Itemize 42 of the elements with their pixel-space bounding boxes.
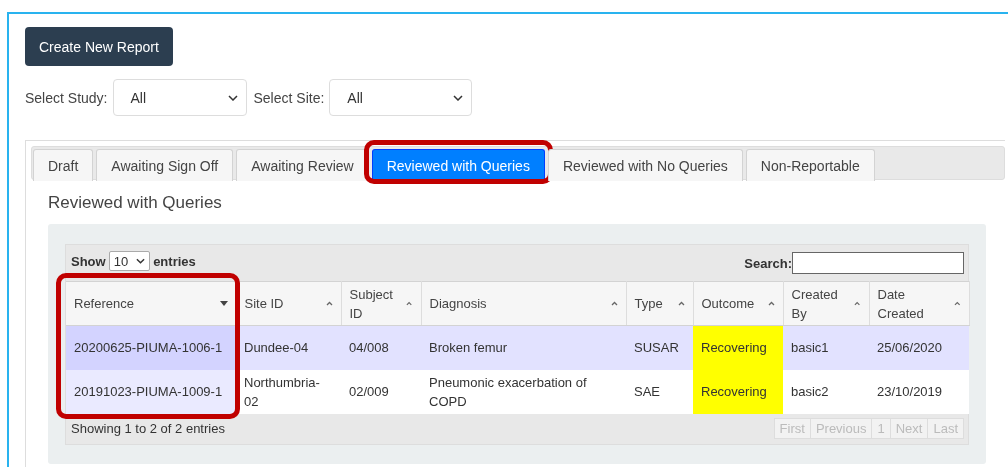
section-title: Reviewed with Queries: [48, 193, 223, 213]
column-header[interactable]: Diagnosis: [421, 281, 626, 326]
table-cell: 23/10/2019: [869, 369, 969, 414]
search-label: Search:: [744, 255, 792, 271]
table-cell: basic1: [783, 325, 869, 370]
entries-info: Showing 1 to 2 of 2 entries: [71, 421, 225, 436]
table-cell: 04/008: [341, 325, 421, 370]
table-cell: SUSAR: [626, 325, 693, 370]
table-cell: 02/009: [341, 369, 421, 414]
table-cell: Recovering: [693, 325, 783, 370]
column-header[interactable]: Date Created: [869, 281, 969, 326]
table-cell: 25/06/2020: [869, 325, 969, 370]
table-cell: SAE: [626, 369, 693, 414]
filter-label: Select Study:: [25, 89, 108, 106]
entries-label: entries: [153, 253, 196, 269]
tab[interactable]: Non-Reportable: [745, 149, 875, 181]
table-cell: 20200625-PIUMA-1006-1: [66, 325, 236, 370]
chevron-down-icon: [453, 94, 464, 101]
table-cell: basic2: [783, 369, 869, 414]
tab[interactable]: Awaiting Review: [236, 149, 369, 181]
column-header[interactable]: Created By: [783, 281, 869, 326]
filter-label: Select Site:: [253, 89, 325, 106]
create-report-button[interactable]: Create New Report: [25, 27, 173, 66]
column-header[interactable]: Outcome: [693, 281, 783, 326]
table-cell: Pneumonic exacerbation of COPD: [421, 369, 626, 414]
table-cell: Broken femur: [421, 325, 626, 370]
tab[interactable]: Awaiting Sign Off: [96, 149, 234, 181]
tab[interactable]: Reviewed with No Queries: [547, 149, 743, 181]
table-cell: 20191023-PIUMA-1009-1: [66, 369, 236, 414]
table-cell: Recovering: [693, 369, 783, 414]
entries-select[interactable]: 10: [108, 251, 151, 271]
search-field[interactable]: [792, 252, 964, 274]
tab[interactable]: Draft: [33, 149, 94, 181]
column-header[interactable]: Subject ID: [341, 281, 421, 326]
filter-select[interactable]: All: [329, 79, 473, 116]
show-label: Show: [71, 253, 106, 269]
chevron-down-icon: [227, 94, 238, 101]
column-header[interactable]: Type: [626, 281, 693, 326]
column-header[interactable]: Reference: [66, 281, 236, 326]
tab[interactable]: Reviewed with Queries: [371, 149, 545, 181]
chevron-down-icon: [136, 258, 146, 264]
filter-select[interactable]: All: [112, 79, 247, 116]
